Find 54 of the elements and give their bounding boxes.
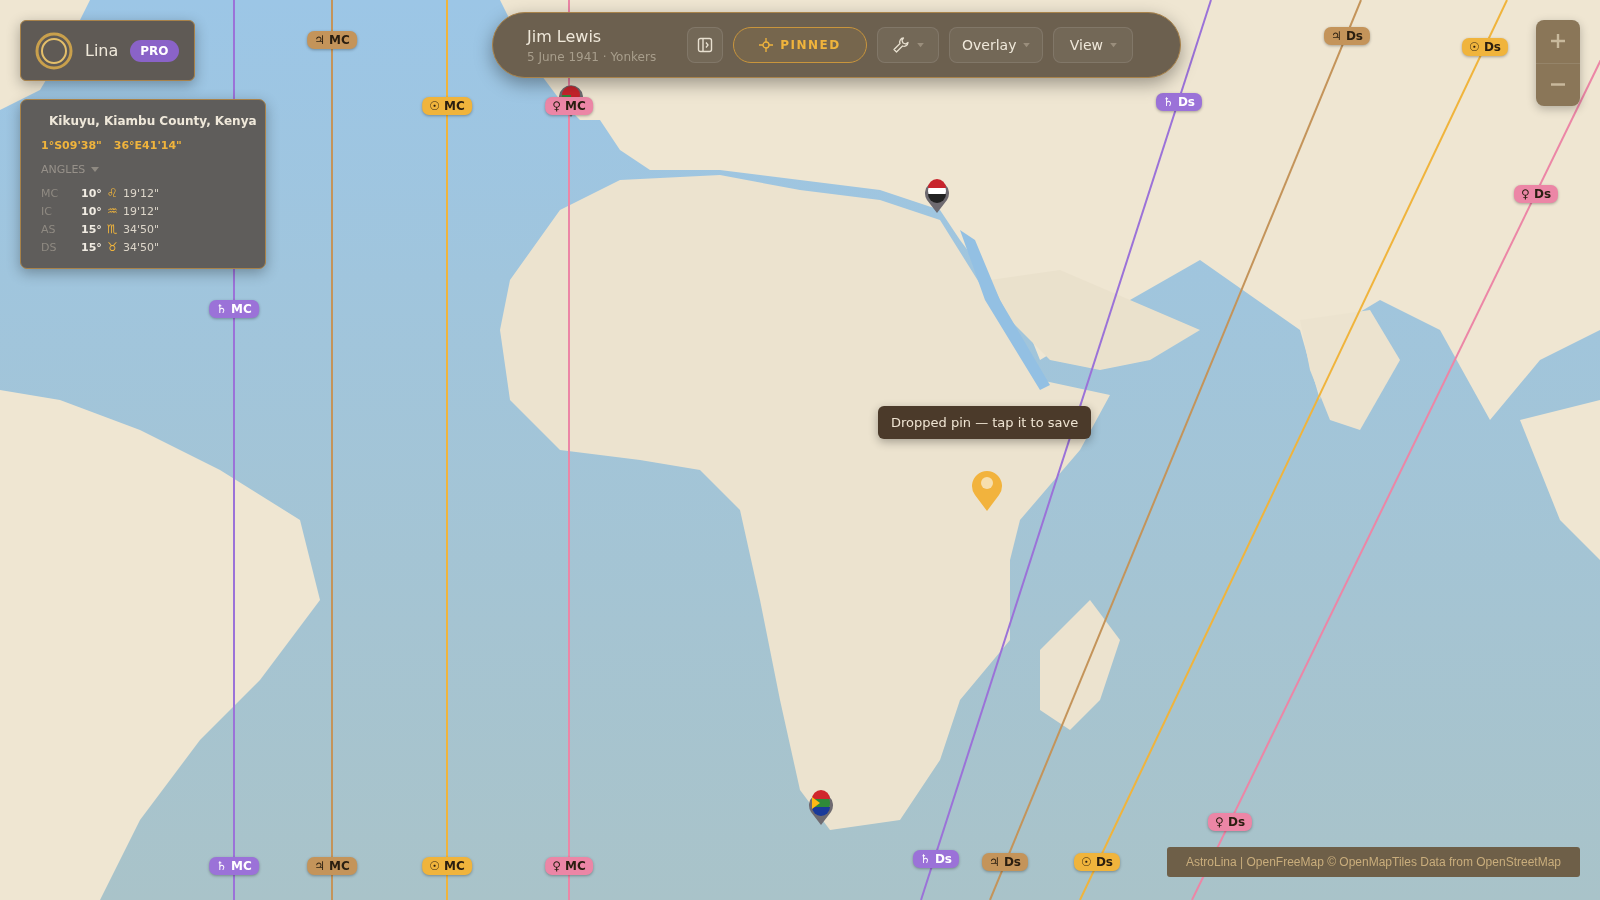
angle-degree: 15° xyxy=(81,222,103,236)
tools-button[interactable] xyxy=(877,27,939,63)
map-attribution: AstroLina | OpenFreeMap © OpenMapTiles Data from OpenStreetMap xyxy=(1167,847,1580,877)
latitude: 1°S09'38" xyxy=(41,139,102,152)
caret-icon xyxy=(917,42,924,48)
ring-logo-icon xyxy=(35,31,73,70)
chart-name: Jim Lewis xyxy=(527,26,603,46)
angle-degree: 10° xyxy=(81,186,103,200)
angle-minutes: 19'12" xyxy=(123,204,161,218)
line-label[interactable]: ♄ Ds xyxy=(1156,93,1202,111)
line-label[interactable]: ♀ Ds xyxy=(1513,185,1559,203)
angle-minutes: 34'50" xyxy=(123,240,161,254)
line-label[interactable]: ☉ MC xyxy=(422,97,472,115)
menu-button[interactable]: Overlay xyxy=(949,27,1044,63)
line-label[interactable]: ♀ MC xyxy=(545,97,593,115)
angle-minutes: 19'12" xyxy=(123,186,161,200)
wrench-icon xyxy=(892,36,910,54)
pin-icon xyxy=(806,790,836,826)
user-name: Lina xyxy=(85,41,119,60)
plus-icon xyxy=(1550,33,1566,50)
sidebar-toggle-button[interactable] xyxy=(687,27,723,63)
line-label[interactable]: ♃ Ds xyxy=(1324,27,1370,45)
menu-button[interactable]: View xyxy=(1053,27,1134,63)
pro-badge: PRO xyxy=(130,39,179,62)
line-label[interactable]: ♀ Ds xyxy=(1207,813,1253,831)
dropped-pin-icon[interactable] xyxy=(970,468,1004,512)
line-label[interactable]: ♄ Ds xyxy=(913,850,959,868)
zodiac-sign: ♒ xyxy=(107,204,119,218)
line-label[interactable]: ☉ MC xyxy=(422,857,472,875)
zodiac-sign: ♌ xyxy=(107,186,119,200)
angle-degree: 15° xyxy=(81,240,103,254)
caret-icon xyxy=(1110,42,1118,48)
line-label[interactable]: ☉ Ds xyxy=(1074,853,1120,871)
minus-icon xyxy=(1550,83,1566,87)
line-label[interactable]: ♃ MC xyxy=(307,31,357,49)
pin-icon xyxy=(922,178,952,214)
angle-degree: 10° xyxy=(81,204,103,218)
chart-details: 5 June 1941 · Yonkers xyxy=(527,49,658,64)
line-label[interactable]: ♀ MC xyxy=(545,857,593,875)
line-label[interactable]: ♃ Ds xyxy=(982,853,1028,871)
zodiac-sign: ♏ xyxy=(107,222,119,236)
crosshair-icon xyxy=(759,38,774,52)
longitude: 36°E41'14" xyxy=(113,139,182,152)
line-label[interactable]: ☉ Ds xyxy=(1462,38,1508,56)
line-label[interactable]: ♃ MC xyxy=(307,857,357,875)
place-name: Kikuyu, Kiambu County, Kenya xyxy=(49,114,257,128)
caret-icon[interactable] xyxy=(91,166,100,173)
zodiac-sign: ♉ xyxy=(107,240,119,254)
angle-minutes: 34'50" xyxy=(123,222,161,236)
line-label[interactable]: ♄ MC xyxy=(209,857,259,875)
caret-icon xyxy=(1023,42,1031,48)
tooltip: Dropped pin — tap it to save xyxy=(878,406,1092,439)
line-label[interactable]: ♄ MC xyxy=(209,300,259,318)
panel-icon xyxy=(697,37,713,53)
